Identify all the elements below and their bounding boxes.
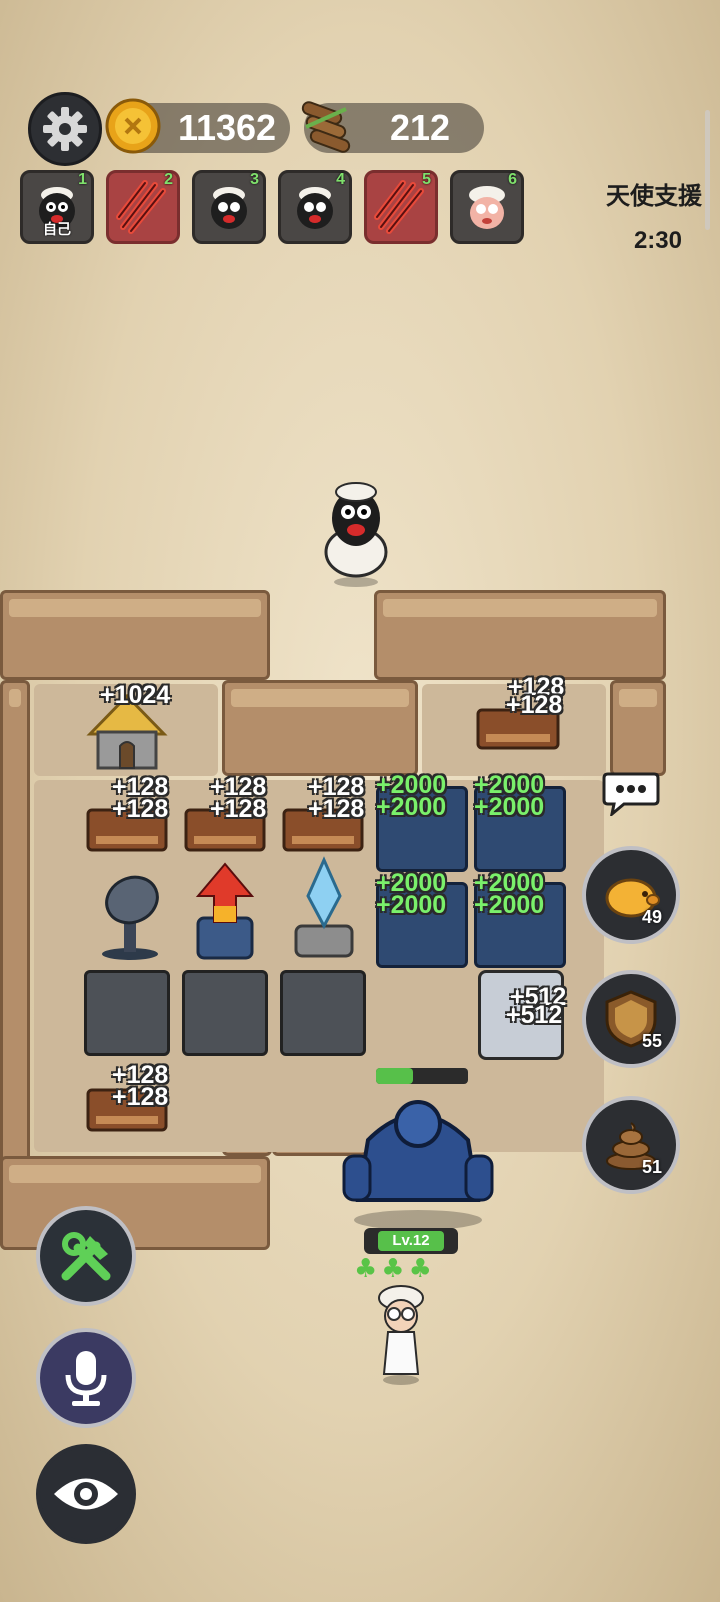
angel-support[interactable]: 天使支援 2:30 [606,176,702,255]
view-toggle-button[interactable] [36,1444,136,1544]
player-card-3[interactable]: 3 [192,170,266,244]
clover-icons: ♣♣♣ [354,1254,436,1284]
wall-segment [222,680,418,776]
scrollbar [705,110,710,230]
angel-support-label: 天使支援 [606,183,702,210]
upgrade-tower[interactable] [180,860,270,964]
gear-icon [43,107,87,151]
wood-gain-text: +128 [112,1083,169,1111]
player-card-6[interactable]: 6 [450,170,524,244]
wandering-black-sheep[interactable] [318,478,394,588]
radar-dish-tower[interactable] [90,870,170,962]
monster-level: Lv.12 [378,1231,444,1251]
player-card-5[interactable]: 5 [364,170,438,244]
wood-counter: 212 [301,101,484,153]
monster-hp-bar [376,1068,468,1084]
top-hud: 11362 212 1 自己 2 3 4 5 6 天使支援 2:30 [0,0,720,260]
poop-count: 51 [641,1157,662,1177]
microphone-icon [65,1351,107,1406]
scientist-sheep[interactable] [368,1282,434,1386]
build-tools-button[interactable] [36,1206,136,1306]
player-list: 1 自己 2 3 4 5 6 [20,170,540,246]
player-number: 5 [422,171,431,188]
player-card-4[interactable]: 4 [278,170,352,244]
shield-count: 55 [641,1031,662,1051]
settings-button[interactable] [28,92,102,166]
monster-level-badge: Lv.12 [364,1228,458,1254]
eye-icon [54,1478,118,1510]
energy-gain-text: +2000 [474,793,545,821]
energy-gain-text: +2000 [376,793,447,821]
wood-logs-icon [301,101,351,153]
crossbow-turret[interactable] [84,970,170,1056]
crystal-tower[interactable] [284,856,364,964]
piggy-bank-button[interactable]: 49 [582,846,680,944]
player-number: 4 [336,171,345,188]
chat-bubble-icon[interactable] [602,770,660,816]
wood-gain-text: +128 [210,795,267,823]
werewolf-monster[interactable] [328,1080,508,1230]
wood-value: 212 [389,107,451,148]
wall-segment [374,590,666,680]
wood-gain-text: +128 [112,795,169,823]
crossbow-turret[interactable] [280,970,366,1056]
voice-chat-button[interactable] [36,1328,136,1428]
wall-segment [610,680,666,776]
piggy-count: 49 [641,907,662,927]
coin-value: 11362 [177,107,277,148]
coin-gain-text: +512 [506,1001,563,1029]
wall-segment [0,590,270,680]
player-card-1[interactable]: 1 自己 [20,170,94,244]
angel-support-timer: 2:30 [633,227,682,254]
coin-gain-text: +1024 [100,681,171,709]
coin-counter: 11362 [105,98,290,154]
monster-hp-fill [376,1068,413,1084]
player-number: 1 [78,171,87,188]
player-number: 2 [164,171,173,188]
hammer-wrench-icon [61,1232,111,1281]
energy-gain-text: +2000 [474,891,545,919]
player-card-2[interactable]: 2 [106,170,180,244]
energy-gain-text: +2000 [376,891,447,919]
shield-button[interactable]: 55 [582,970,680,1068]
self-tag: 自己 [43,222,71,238]
wood-gain-text: +128 [308,795,365,823]
gold-coin-icon [105,98,161,154]
wood-gain-text: +128 [506,691,563,719]
crossbow-turret[interactable] [182,970,268,1056]
poop-button[interactable]: 51 [582,1096,680,1194]
player-number: 6 [508,171,517,188]
player-number: 3 [250,171,259,188]
